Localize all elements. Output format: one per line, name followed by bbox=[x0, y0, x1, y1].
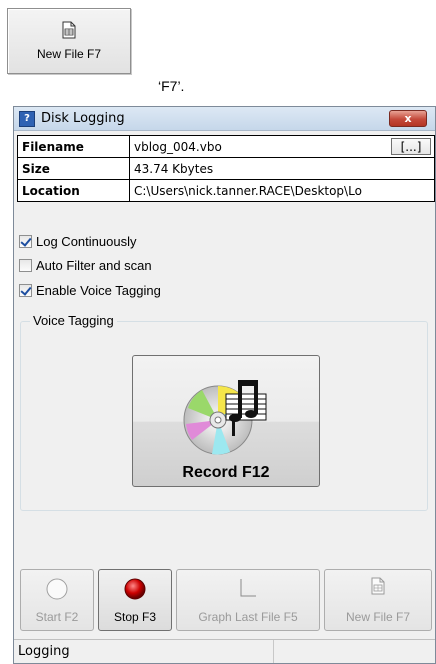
new-file-icon bbox=[62, 21, 76, 39]
start-circle-icon bbox=[46, 578, 68, 600]
app-icon: ? bbox=[19, 110, 35, 127]
graph-icon bbox=[240, 579, 256, 597]
log-continuously-checkbox[interactable] bbox=[19, 234, 32, 248]
graph-last-file-button[interactable]: Graph Last File F5 bbox=[176, 569, 320, 631]
filename-value: vblog_004.vbo bbox=[134, 139, 222, 154]
log-continuously-option[interactable]: Log Continuously bbox=[19, 232, 136, 250]
browse-button[interactable]: [...] bbox=[391, 138, 431, 155]
new-file-label: New File F7 bbox=[345, 610, 410, 624]
record-label: Record F12 bbox=[182, 464, 270, 481]
graph-last-file-label: Graph Last File F5 bbox=[198, 610, 298, 624]
auto-filter-checkbox[interactable] bbox=[19, 258, 32, 272]
record-button[interactable]: Record F12 bbox=[132, 355, 320, 487]
window-title: Disk Logging bbox=[41, 111, 125, 126]
filename-cell: vblog_004.vbo [...] bbox=[129, 135, 435, 158]
log-continuously-label: Log Continuously bbox=[36, 233, 137, 249]
size-value: 43.74 Kbytes bbox=[129, 157, 435, 180]
new-file-button-large[interactable]: New File F7 bbox=[7, 8, 131, 74]
auto-filter-label: Auto Filter and scan bbox=[36, 257, 152, 273]
close-icon: x bbox=[404, 112, 412, 125]
stop-label: Stop F3 bbox=[113, 610, 157, 624]
cd-music-icon bbox=[183, 380, 267, 455]
auto-filter-option[interactable]: Auto Filter and scan bbox=[19, 256, 152, 274]
disk-logging-window: ? Disk Logging x Filename vblog_004.vbo … bbox=[13, 106, 436, 664]
caption-text: ‘F7’. bbox=[158, 78, 185, 94]
table-row: Size 43.74 Kbytes bbox=[17, 157, 435, 180]
enable-voice-tagging-label: Enable Voice Tagging bbox=[36, 282, 161, 298]
new-file-icon bbox=[371, 577, 385, 595]
status-text: Logging bbox=[14, 640, 274, 663]
enable-voice-tagging-checkbox[interactable] bbox=[19, 283, 32, 297]
new-file-label: New File F7 bbox=[36, 47, 101, 61]
file-info-table: Filename vblog_004.vbo [...] Size 43.74 … bbox=[17, 135, 435, 202]
start-label: Start F2 bbox=[35, 610, 79, 624]
browse-label: [...] bbox=[400, 139, 422, 154]
status-bar: Logging bbox=[14, 639, 435, 663]
table-row: Filename vblog_004.vbo [...] bbox=[17, 135, 435, 158]
enable-voice-tagging-option[interactable]: Enable Voice Tagging bbox=[19, 281, 161, 299]
filename-key: Filename bbox=[17, 135, 130, 158]
new-file-button[interactable]: New File F7 bbox=[324, 569, 432, 631]
table-row: Location C:\Users\nick.tanner.RACE\Deskt… bbox=[17, 179, 435, 202]
close-button[interactable]: x bbox=[389, 110, 427, 127]
voice-tagging-legend: Voice Tagging bbox=[30, 313, 117, 328]
title-bar[interactable]: ? Disk Logging x bbox=[14, 107, 435, 131]
status-pane-2 bbox=[274, 640, 434, 663]
location-key: Location bbox=[17, 179, 130, 202]
stop-button[interactable]: Stop F3 bbox=[98, 569, 172, 631]
size-key: Size bbox=[17, 157, 130, 180]
start-button[interactable]: Start F2 bbox=[20, 569, 94, 631]
location-value: C:\Users\nick.tanner.RACE\Desktop\Lo bbox=[129, 179, 435, 202]
stop-led-icon bbox=[124, 578, 146, 600]
